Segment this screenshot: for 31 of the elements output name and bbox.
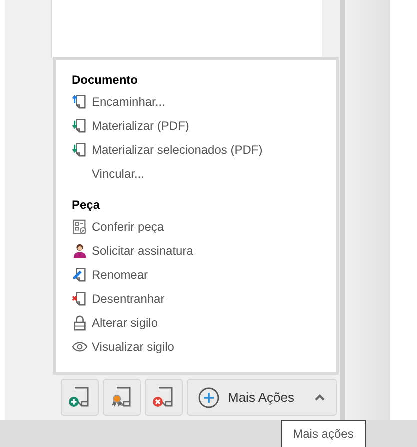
toolbar-button[interactable] [103, 379, 141, 416]
person-icon [72, 243, 88, 259]
delete-document-icon [152, 386, 176, 410]
menu-item[interactable]: Materializar selecionados (PDF) [72, 138, 336, 162]
chevron-icon [314, 392, 326, 404]
certificate-document-icon [110, 386, 134, 410]
remove-document-icon [72, 291, 88, 307]
download-document-icon [72, 142, 88, 158]
pencil-document-icon [72, 267, 88, 283]
forward-document-icon [72, 94, 88, 110]
menu-item[interactable]: Alterar sigilo [72, 311, 336, 335]
menu-item[interactable]: Visualizar sigilo [72, 335, 336, 359]
menu-item[interactable]: Vincular... [72, 162, 336, 186]
tooltip: Mais ações [281, 420, 366, 447]
add-document-icon [68, 386, 92, 410]
toolbar-button[interactable] [145, 379, 183, 416]
section-heading: Documento [72, 72, 139, 89]
menu-item[interactable]: Conferir peça [72, 215, 336, 239]
download-document-icon [72, 118, 88, 134]
menu-item[interactable]: Desentranhar [72, 287, 336, 311]
checklist-icon [72, 219, 88, 235]
menu-item[interactable]: Materializar (PDF) [72, 114, 336, 138]
menu-item[interactable]: Renomear [72, 263, 336, 287]
eye-icon [72, 339, 88, 355]
section-heading: Peça [72, 197, 102, 214]
more-actions-button[interactable]: Mais Ações [187, 379, 337, 416]
menu-item[interactable]: Encaminhar... [72, 90, 336, 114]
toolbar-button[interactable] [61, 379, 99, 416]
menu-item[interactable]: Solicitar assinatura [72, 239, 336, 263]
plus-circle-icon [198, 386, 220, 408]
lock-icon [72, 315, 88, 331]
